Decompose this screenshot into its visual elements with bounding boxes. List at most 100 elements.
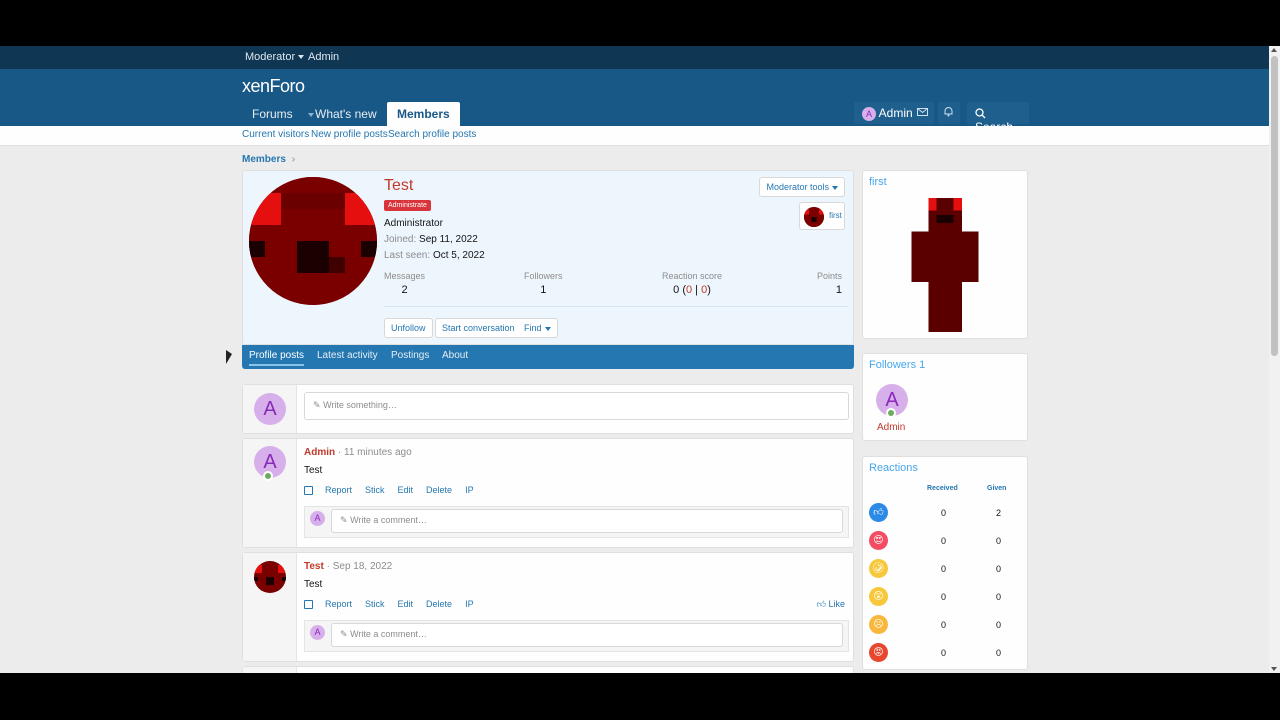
nav-members[interactable]: Members	[387, 102, 460, 126]
user-menu[interactable]: A Admin	[854, 102, 921, 124]
skin-figure	[911, 198, 979, 332]
select-checkbox[interactable]	[304, 486, 313, 496]
delete-link[interactable]: Delete	[426, 599, 452, 609]
scrollbar[interactable]	[1269, 46, 1280, 673]
reaction-given-count: 2	[996, 508, 1002, 518]
new-profile-posts-link[interactable]: New profile posts	[311, 129, 388, 140]
write-comment-input[interactable]: ✎ Write a comment…	[331, 623, 843, 647]
reaction-row: 😲︎ 0 0	[869, 587, 1019, 607]
profile-post: Test · Sep 18, 2022 Test Report Stick Edit…	[242, 552, 854, 662]
page-body: Members › Test Administrate Administrato…	[0, 146, 1269, 673]
reaction-received-count: 0	[941, 508, 947, 518]
alerts-button[interactable]	[938, 102, 960, 124]
follower-name[interactable]: Admin	[877, 422, 905, 433]
profile-tabs: Profile posts Latest activity Postings A…	[242, 345, 854, 369]
reaction-given-count: 0	[996, 648, 1002, 658]
reaction-row: 😡︎ 0 0	[869, 643, 1019, 663]
love-icon: 😍︎	[869, 531, 888, 550]
reaction-received-count: 0	[941, 564, 947, 574]
wow-icon: 😲︎	[869, 587, 888, 606]
edit-link[interactable]: Edit	[398, 485, 414, 495]
stat-reaction-score[interactable]: Reaction score 0 (0 | 0)	[662, 271, 722, 296]
current-visitors-link[interactable]: Current visitors	[242, 129, 309, 140]
ip-link[interactable]: IP	[465, 599, 474, 609]
tab-about[interactable]: About	[442, 350, 468, 361]
stick-link[interactable]: Stick	[365, 485, 385, 495]
reaction-given-count: 0	[996, 564, 1002, 574]
compose-avatar[interactable]: A	[254, 393, 286, 425]
post-avatar[interactable]	[254, 561, 286, 593]
write-something-input[interactable]: ✎ Write something…	[304, 392, 849, 420]
scrollbar-thumb[interactable]	[1271, 56, 1278, 356]
thumbs-up-icon: 👍︎	[816, 599, 826, 609]
trophy-avatar	[804, 207, 824, 227]
reaction-row: ☹︎ 0 0	[869, 615, 1019, 635]
breadcrumb[interactable]: Members ›	[242, 154, 295, 165]
post-author[interactable]: Test · Sep 18, 2022	[304, 561, 392, 572]
stat-points[interactable]: Points 1	[817, 271, 842, 296]
report-link[interactable]: Report	[325, 485, 352, 495]
tab-postings[interactable]: Postings	[391, 350, 429, 361]
trophy-panel: first	[862, 170, 1028, 339]
comment-area: A ✎ Write a comment…	[304, 620, 849, 652]
find-button[interactable]: Find	[518, 318, 558, 338]
haha-icon: 🤣︎	[869, 559, 888, 578]
start-conversation-button[interactable]: Start conversation	[435, 318, 522, 338]
unfollow-button[interactable]: Unfollow	[384, 318, 433, 338]
comment-area: A ✎ Write a comment…	[304, 506, 849, 538]
pencil-icon: ✎	[313, 400, 321, 410]
reactions-title: Reactions	[869, 462, 918, 474]
like-icon: 👍︎	[869, 503, 888, 522]
comment-avatar: A	[310, 625, 325, 640]
profile-name: Test	[384, 177, 414, 194]
user-avatar: A	[862, 106, 876, 121]
site-header: xenForo Forums What's new Members A Admi…	[0, 69, 1269, 134]
stat-followers[interactable]: Followers 1	[524, 271, 563, 296]
site-logo[interactable]: xenForo	[242, 76, 305, 97]
admin-link[interactable]: Admin	[308, 51, 339, 63]
reaction-given-count: 0	[996, 620, 1002, 630]
like-button[interactable]: 👍︎ Like	[817, 599, 845, 610]
ip-link[interactable]: IP	[465, 485, 474, 495]
reaction-row: 👍︎ 0 2	[869, 503, 1019, 523]
tab-latest-activity[interactable]: Latest activity	[317, 350, 378, 361]
received-header: Received	[927, 485, 958, 492]
comment-avatar: A	[310, 511, 325, 526]
compose-post: A ✎ Write something…	[242, 384, 854, 434]
profile-post	[242, 666, 854, 673]
inbox-button[interactable]	[912, 102, 934, 124]
delete-link[interactable]: Delete	[426, 485, 452, 495]
moderator-tools-button[interactable]: Moderator tools	[759, 177, 845, 197]
angry-icon: 😡︎	[869, 643, 888, 662]
select-checkbox[interactable]	[304, 600, 313, 610]
post-author[interactable]: Admin · 11 minutes ago	[304, 447, 412, 458]
post-actions: Report Stick Edit Delete IP	[304, 485, 487, 496]
envelope-icon	[917, 108, 928, 116]
followers-title[interactable]: Followers 1	[869, 359, 925, 371]
reaction-row: 🤣︎ 0 0	[869, 559, 1019, 579]
pencil-icon: ✎	[340, 515, 348, 525]
search-button[interactable]: Search	[967, 102, 1029, 134]
report-link[interactable]: Report	[325, 599, 352, 609]
write-comment-input[interactable]: ✎ Write a comment…	[331, 509, 843, 533]
trophy-badge[interactable]: first	[799, 202, 845, 230]
reaction-received-count: 0	[941, 592, 947, 602]
reaction-received-count: 0	[941, 648, 947, 658]
stick-link[interactable]: Stick	[365, 599, 385, 609]
online-indicator	[263, 471, 273, 481]
profile-avatar[interactable]	[249, 177, 377, 305]
profile-post: A Admin · 11 minutes ago Test Report Stic…	[242, 438, 854, 548]
trophy-label: first	[829, 211, 842, 220]
trophy-panel-title[interactable]: first	[869, 176, 887, 188]
user-title: Administrator	[384, 218, 443, 229]
reaction-received-count: 0	[941, 536, 947, 546]
edit-link[interactable]: Edit	[398, 599, 414, 609]
stat-messages[interactable]: Messages 2	[384, 271, 425, 296]
search-profile-posts-link[interactable]: Search profile posts	[388, 129, 476, 140]
tab-profile-posts[interactable]: Profile posts	[249, 350, 305, 366]
search-icon	[975, 108, 986, 119]
sad-icon: ☹︎	[869, 615, 888, 634]
moderator-menu[interactable]: Moderator	[245, 51, 305, 63]
user-name: Admin	[878, 106, 913, 120]
followers-panel: Followers 1 A Admin	[862, 353, 1028, 441]
